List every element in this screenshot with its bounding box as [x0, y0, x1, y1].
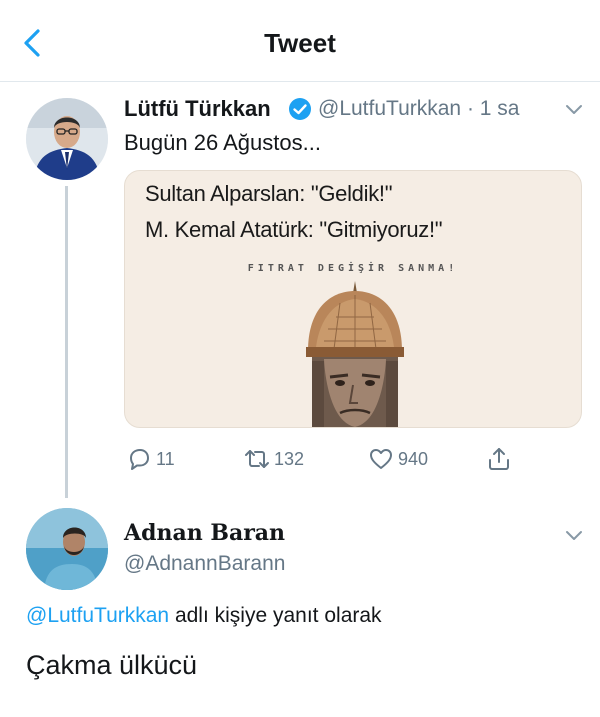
avatar-image — [26, 98, 108, 180]
avatar-lutfu-turkkan[interactable] — [26, 98, 108, 180]
media-text-line-2: M. Kemal Atatürk: "Gitmiyoruz!" — [145, 217, 443, 242]
retweet-button[interactable]: 132 — [244, 444, 304, 474]
media-text-line-1: Sultan Alparslan: "Geldik!" — [145, 181, 393, 206]
reply-to-mention-link[interactable]: @LutfuTurkkan — [26, 604, 169, 627]
replying-to-line: @LutfuTurkkan adlı kişiye yanıt olarak — [26, 604, 382, 628]
verified-badge-icon — [289, 98, 311, 120]
thread-connector-line — [65, 186, 68, 498]
share-icon — [489, 448, 509, 470]
tweet-media-image[interactable]: Sultan Alparslan: "Geldik!" M. Kemal Ata… — [124, 170, 582, 428]
media-caption: FITRAT DEGİŞİR SANMA! — [247, 263, 459, 274]
helmeted-portrait-illustration — [306, 281, 404, 427]
tweet-text: Bugün 26 Ağustos... — [124, 130, 321, 155]
top-bar: Tweet — [0, 0, 600, 82]
heart-icon — [370, 449, 392, 469]
reply-icon — [130, 449, 149, 470]
reply-count: 11 — [156, 448, 175, 469]
page-title: Tweet — [264, 28, 336, 58]
author-name[interactable]: Lütfü Türkkan — [124, 96, 271, 122]
retweet-count: 132 — [274, 448, 305, 469]
reply-tweet-text: Çakma ülkücü — [26, 650, 198, 680]
author-handle-time: @LutfuTurkkan · 1 sa — [318, 97, 520, 120]
reply-author-handle: @AdnannBarann — [124, 552, 286, 575]
reply-author-name[interactable]: Adnan Baran — [124, 520, 285, 546]
reply-button[interactable]: 11 — [126, 444, 175, 474]
like-button[interactable]: 940 — [368, 444, 428, 474]
chevron-down-icon[interactable] — [563, 100, 585, 120]
tweet-action-bar: 11 132 940 — [124, 444, 582, 474]
share-button[interactable] — [486, 444, 512, 474]
chevron-down-icon[interactable] — [563, 526, 585, 546]
avatar-adnan-baran[interactable] — [26, 508, 108, 590]
like-count: 940 — [398, 448, 429, 469]
avatar-image — [26, 508, 108, 590]
reply-to-suffix: adlı kişiye yanıt olarak — [169, 604, 382, 627]
retweet-icon — [245, 450, 269, 468]
